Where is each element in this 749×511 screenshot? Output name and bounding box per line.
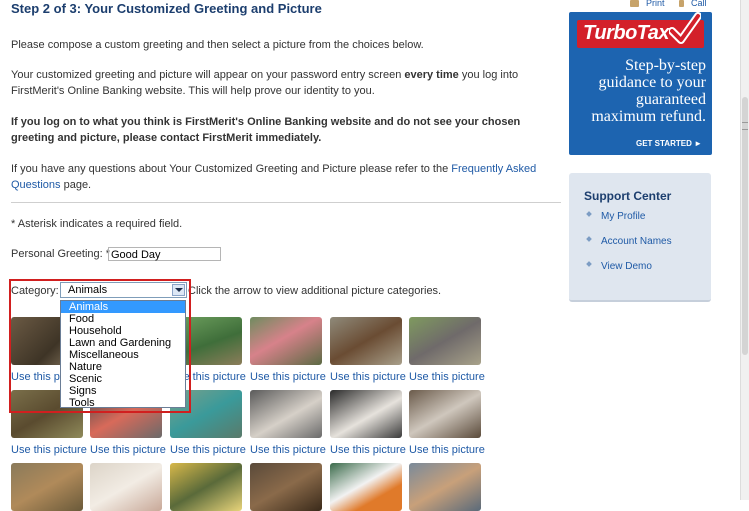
scrollbar-thumb[interactable] [742,97,748,355]
dropdown-option-scenic[interactable]: Scenic [61,373,185,385]
checkmark-icon [669,12,701,44]
picture-thumb-18[interactable] [409,463,481,511]
use-picture-link-8[interactable]: Use this picture [90,444,166,456]
ad-line-1: Step-by-step [625,57,706,74]
support-item-view-demo[interactable]: View Demo [586,261,652,272]
support-item-label: View Demo [601,261,652,272]
dropdown-option-signs[interactable]: Signs [61,385,185,397]
picture-thumb-16[interactable] [250,463,322,511]
category-label: Category: [11,285,59,297]
dropdown-option-tools[interactable]: Tools [61,397,185,409]
support-item-my-profile[interactable]: My Profile [586,211,646,222]
category-select[interactable]: Animals [60,282,187,298]
use-picture-link-5[interactable]: Use this picture [330,371,406,383]
page-title: Step 2 of 3: Your Customized Greeting an… [11,1,322,16]
utility-links: Print Call [626,0,707,8]
print-label: Print [646,0,665,8]
ad-headline: Step-by-step guidance to your guaranteed… [575,57,706,125]
support-center-panel: Support Center My Profile Account Names … [569,173,711,302]
call-label: Call [691,0,707,8]
picture-thumb-6[interactable] [409,317,481,365]
questions-part-1: If you have any questions about Your Cus… [11,163,452,175]
required-note: * Asterisk indicates a required field. [11,218,183,230]
category-selected-value: Animals [68,284,108,296]
picture-thumb-5[interactable] [330,317,402,365]
support-item-account-names[interactable]: Account Names [586,236,672,247]
scrollbar-grip-icon [742,122,748,130]
picture-thumb-4[interactable] [250,317,322,365]
category-hint: Click the arrow to view additional pictu… [188,285,442,297]
picture-thumb-17[interactable] [330,463,402,511]
phone-icon [679,0,685,8]
use-picture-link-4[interactable]: Use this picture [250,371,326,383]
divider [11,202,561,203]
warning-text: If you log on to what you think is First… [11,116,521,144]
questions-part-2: page. [60,179,92,191]
explanation-text: Your customized greeting and picture wil… [11,67,551,99]
sidebar: Print Call TurboTax Step-by-step guidanc… [565,0,741,500]
dropdown-option-animals[interactable]: Animals [61,301,185,313]
picture-thumb-12[interactable] [409,390,481,438]
use-picture-link-7[interactable]: Use this picture [11,444,87,456]
greeting-label: Personal Greeting: * [11,248,111,260]
main-content: Step 2 of 3: Your Customized Greeting an… [0,0,565,511]
intro-text: Please compose a custom greeting and the… [11,39,424,51]
use-picture-link-6[interactable]: Use this picture [409,371,485,383]
ad-line-2: guidance to your [598,74,706,91]
picture-thumb-14[interactable] [90,463,162,511]
dropdown-option-food[interactable]: Food [61,313,185,325]
call-link[interactable]: Call [679,0,707,8]
bullet-icon [586,211,592,218]
print-link[interactable]: Print [630,0,665,8]
picture-thumb-11[interactable] [330,390,402,438]
support-item-label: Account Names [601,236,672,247]
picture-thumb-13[interactable] [11,463,83,511]
explanation-part-1: Your customized greeting and picture wil… [11,69,405,81]
use-picture-link-11[interactable]: Use this picture [330,444,406,456]
use-picture-link-12[interactable]: Use this picture [409,444,485,456]
use-picture-link-9[interactable]: Use this picture [170,444,246,456]
dropdown-option-miscellaneous[interactable]: Miscellaneous [61,349,185,361]
category-dropdown: Animals Food Household Lawn and Gardenin… [60,300,186,409]
dropdown-option-household[interactable]: Household [61,325,185,337]
picture-thumb-15[interactable] [170,463,242,511]
support-center-title: Support Center [584,189,672,203]
support-item-label: My Profile [601,211,646,222]
chevron-down-icon[interactable] [172,284,185,296]
ad-line-3: guaranteed [635,91,706,108]
vertical-scrollbar[interactable] [740,0,749,500]
use-picture-link-10[interactable]: Use this picture [250,444,326,456]
ad-line-4: maximum refund. [591,108,706,125]
turbotax-logo-text: TurboTax [583,22,670,44]
dropdown-option-nature[interactable]: Nature [61,361,185,373]
turbotax-ad[interactable]: TurboTax Step-by-step guidance to your g… [569,12,712,155]
picture-thumb-10[interactable] [250,390,322,438]
questions-text: If you have any questions about Your Cus… [11,161,551,193]
explanation-emphasis: every time [404,69,459,81]
printer-icon [630,0,639,8]
greeting-input[interactable]: Good Day [108,247,221,261]
bullet-icon [586,236,592,243]
dropdown-option-lawn-and-gardening[interactable]: Lawn and Gardening [61,337,185,349]
bullet-icon [586,261,592,268]
get-started-button[interactable]: GET STARTED ► [636,139,702,148]
